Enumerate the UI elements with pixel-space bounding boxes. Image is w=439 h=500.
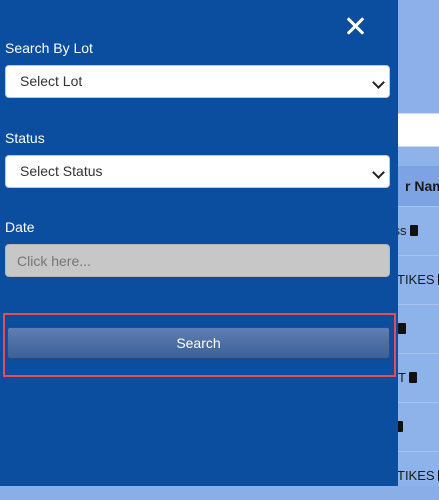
clipboard-icon [409,225,418,237]
background-header-area [398,0,439,112]
date-label: Date [5,219,35,235]
clipboard-icon [398,323,406,335]
status-select-value: Select Status [20,163,103,179]
clipboard-icon [398,421,403,433]
lot-select[interactable]: Select Lot [5,65,390,98]
table-row: TIKES [398,255,439,304]
table-row: TIKES [398,451,439,500]
table-row: ress [398,206,439,255]
row-text: TIKES [398,468,435,483]
background-search-strip [398,113,439,147]
row-text: TIKES [398,272,435,287]
table-header-fragment: r Nam [398,166,439,206]
chevron-down-icon [372,166,385,179]
filter-drawer: Search By Lot Select Lot Status Select S… [0,0,398,486]
close-icon[interactable] [342,13,368,39]
status-label: Status [5,130,45,146]
lot-select-value: Select Lot [20,73,83,89]
table-row [398,402,439,451]
lot-label: Search By Lot [5,40,93,56]
clipboard-icon [408,372,417,384]
table-row: T [398,353,439,402]
table-row [398,304,439,353]
search-button[interactable]: Search [7,327,390,359]
status-select[interactable]: Select Status [5,155,390,188]
row-text: T [398,370,406,385]
row-text: ress [398,223,407,238]
date-input[interactable] [5,244,390,277]
chevron-down-icon [372,76,385,89]
